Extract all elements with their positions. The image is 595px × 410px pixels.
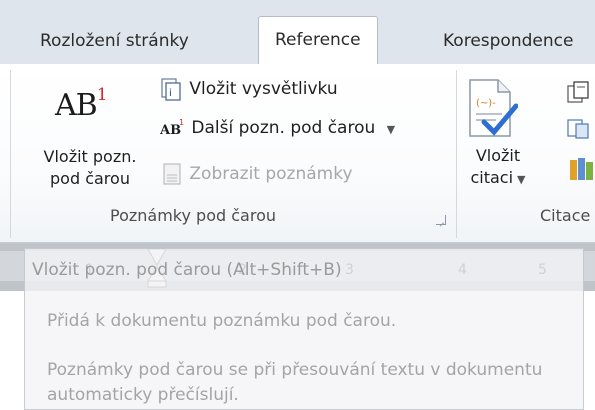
insert-citation-icon: (~)-	[469, 79, 518, 137]
group-separator	[456, 70, 457, 238]
insert-footnote-icon: AB1	[55, 85, 108, 123]
next-footnote-icon: AB 1	[159, 118, 184, 138]
bibliography-icon[interactable]	[566, 156, 595, 184]
tab-references[interactable]: Reference	[258, 16, 378, 65]
chevron-down-icon: ▼	[517, 173, 526, 186]
tooltip-details: Poznámky pod čarou se při přesouvání tex…	[47, 360, 543, 405]
ribbon-tab-bar: Rozložení stránky Reference Korespondenc…	[0, 0, 595, 65]
insert-footnote-label: Vložit pozn. pod čarou	[43, 147, 137, 188]
tooltip-description: Přidá k dokumentu poznámku pod čarou.	[47, 311, 397, 331]
dialog-launcher-icon[interactable]	[436, 215, 446, 225]
tab-page-layout[interactable]: Rozložení stránky	[40, 18, 189, 64]
svg-text:i: i	[169, 88, 172, 99]
svg-text:(~)-: (~)-	[476, 98, 496, 109]
tooltip-title: Vložit pozn. pod čarou (Alt+Shift+B)	[32, 260, 342, 280]
manage-sources-icon[interactable]	[566, 80, 595, 106]
svg-text:AB: AB	[160, 123, 181, 138]
svg-text:1: 1	[179, 118, 184, 127]
insert-endnote-button[interactable]: i Vložit vysvětlivku	[160, 76, 338, 102]
tab-mailings[interactable]: Korespondence	[443, 18, 573, 64]
show-notes-icon	[163, 163, 181, 185]
next-footnote-button[interactable]: AB 1 Další pozn. pod čarou ▼	[159, 115, 396, 141]
footnotes-group-label: Poznámky pod čarou	[110, 206, 276, 225]
insert-endnote-icon: i	[161, 78, 181, 101]
citations-group-label: Citace	[540, 206, 591, 225]
show-notes-button[interactable]: Zobrazit poznámky	[160, 161, 353, 187]
style-icon[interactable]	[566, 116, 595, 142]
chevron-down-icon: ▼	[386, 123, 396, 136]
group-separator	[10, 70, 11, 238]
insert-citation-label: Vložit citaci ▼	[470, 146, 526, 187]
